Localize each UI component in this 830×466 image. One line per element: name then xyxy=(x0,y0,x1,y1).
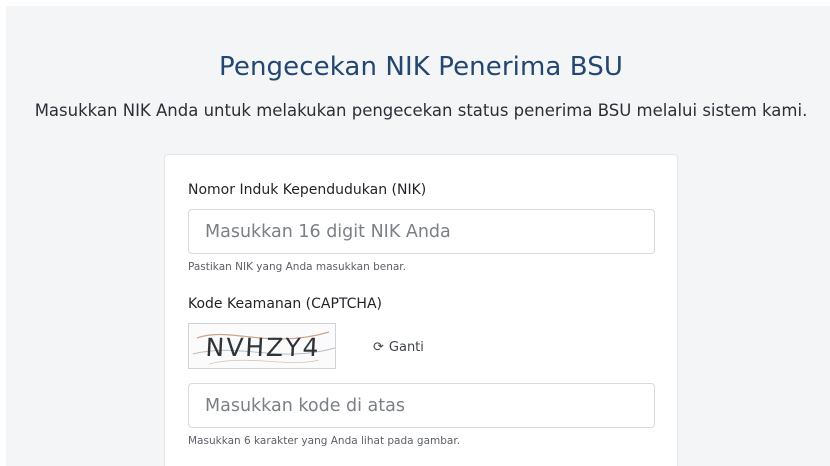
captcha-code: NVHZY4 xyxy=(204,332,322,362)
nik-check-form: Nomor Induk Kependudukan (NIK) Pastikan … xyxy=(164,154,678,466)
captcha-image: NVHZY4 xyxy=(188,323,336,369)
nik-input[interactable] xyxy=(188,209,655,254)
page-title: Pengecekan NIK Penerima BSU xyxy=(219,52,623,82)
nik-label: Nomor Induk Kependudukan (NIK) xyxy=(188,182,427,198)
page: Pengecekan NIK Penerima BSU Masukkan NIK… xyxy=(0,0,830,466)
nik-hint: Pastikan NIK yang Anda masukkan benar. xyxy=(188,261,406,273)
captcha-hint: Masukkan 6 karakter yang Anda lihat pada… xyxy=(188,435,461,447)
refresh-icon: ⟳ xyxy=(373,340,384,355)
page-subtitle: Masukkan NIK Anda untuk melakukan pengec… xyxy=(34,101,808,120)
captcha-label: Kode Keamanan (CAPTCHA) xyxy=(188,296,382,312)
captcha-refresh-label: Ganti xyxy=(388,340,424,355)
captcha-input[interactable] xyxy=(188,383,655,428)
captcha-refresh-button[interactable]: ⟳ Ganti xyxy=(373,340,424,355)
